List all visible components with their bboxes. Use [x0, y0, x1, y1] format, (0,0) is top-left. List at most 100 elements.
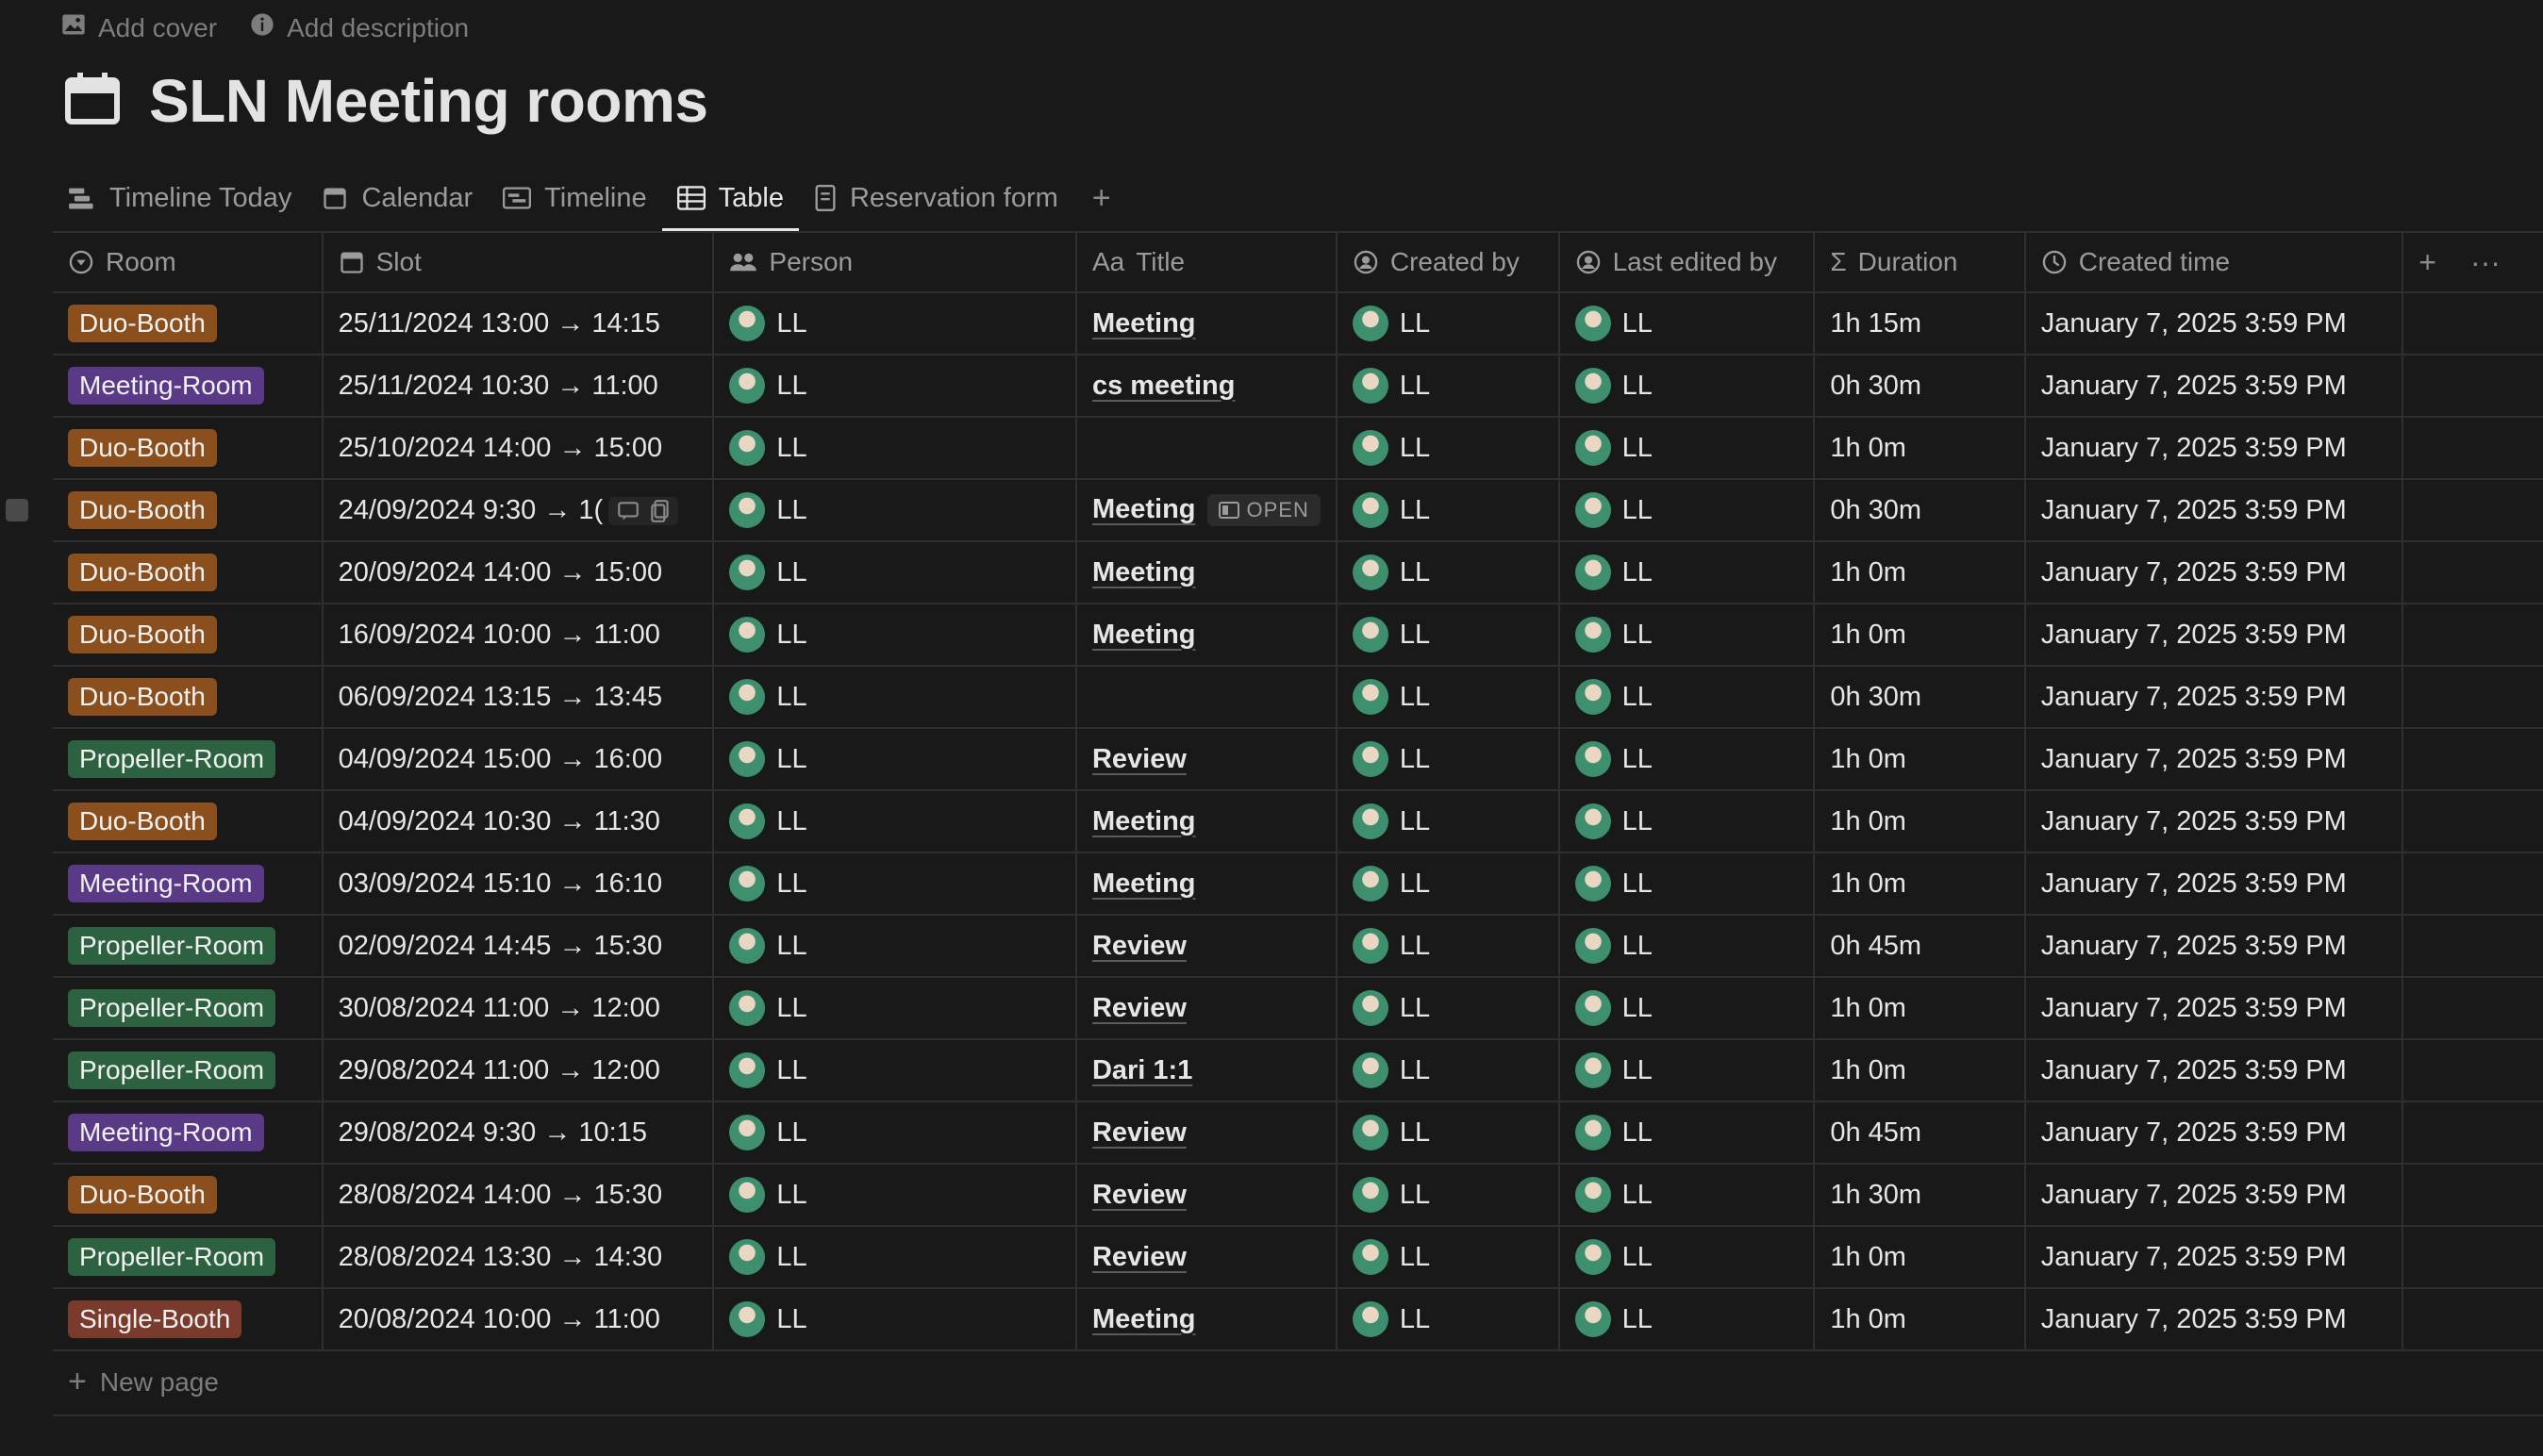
cell-title[interactable]: Meeting: [1075, 541, 1338, 604]
cell-person[interactable]: LL: [713, 666, 1077, 729]
room-tag[interactable]: Meeting-Room: [68, 865, 264, 902]
room-tag[interactable]: Propeller-Room: [68, 1051, 276, 1089]
room-tag[interactable]: Meeting-Room: [68, 1114, 264, 1151]
cell-person[interactable]: LL: [713, 790, 1077, 853]
cell-room[interactable]: Propeller-Room: [53, 977, 324, 1040]
table-row[interactable]: Propeller-Room 30/08/2024 11:00 → 12:00 LL…: [53, 977, 2543, 1040]
calendar-page-icon[interactable]: [64, 72, 121, 130]
room-tag[interactable]: Duo-Booth: [68, 616, 217, 654]
cell-person[interactable]: LL: [713, 1039, 1077, 1102]
cell-title[interactable]: cs meeting: [1075, 355, 1338, 418]
title-link[interactable]: Meeting: [1092, 620, 1196, 650]
cell-slot[interactable]: 03/09/2024 15:10 → 16:10: [322, 852, 715, 916]
new-page-button[interactable]: + New page: [68, 1364, 219, 1400]
cell-slot[interactable]: 24/09/2024 9:30 → 1(: [322, 479, 715, 542]
tab-reservation-form[interactable]: Reservation form: [799, 164, 1073, 232]
table-row[interactable]: Propeller-Room 29/08/2024 11:00 → 12:00 LL…: [53, 1039, 2543, 1102]
table-row[interactable]: Duo-Booth 24/09/2024 9:30 → 1(LL Meeting OP…: [53, 479, 2543, 542]
title-link[interactable]: cs meeting: [1092, 371, 1236, 401]
add-property-icon[interactable]: +: [2418, 245, 2436, 280]
cell-room[interactable]: Propeller-Room: [53, 1039, 324, 1102]
column-header-person[interactable]: Person: [713, 233, 1077, 293]
cell-title[interactable]: Review: [1075, 1101, 1338, 1165]
cell-slot[interactable]: 04/09/2024 10:30 → 11:30: [322, 790, 715, 853]
cell-title[interactable]: Review: [1075, 1226, 1338, 1289]
tab-timeline-today[interactable]: Timeline Today: [53, 164, 307, 232]
cell-person[interactable]: LL: [713, 479, 1077, 542]
cell-slot[interactable]: 30/08/2024 11:00 → 12:00: [322, 977, 715, 1040]
cell-slot[interactable]: 29/08/2024 11:00 → 12:00: [322, 1039, 715, 1102]
cell-slot[interactable]: 25/10/2024 14:00 → 15:00: [322, 417, 715, 480]
cell-room[interactable]: Propeller-Room: [53, 1226, 324, 1289]
table-row[interactable]: Duo-Booth 04/09/2024 10:30 → 11:30 LL Meeti…: [53, 790, 2543, 853]
cell-slot[interactable]: 28/08/2024 14:00 → 15:30: [322, 1164, 715, 1227]
cell-room[interactable]: Duo-Booth: [53, 541, 324, 604]
table-row[interactable]: Meeting-Room 03/09/2024 15:10 → 16:10 LL Me…: [53, 852, 2543, 916]
cell-room[interactable]: Duo-Booth: [53, 790, 324, 853]
cell-room[interactable]: Meeting-Room: [53, 852, 324, 916]
column-header-title[interactable]: Aa Title: [1075, 233, 1338, 293]
cell-room[interactable]: Propeller-Room: [53, 915, 324, 978]
cell-title[interactable]: Review: [1075, 977, 1338, 1040]
cell-room[interactable]: Meeting-Room: [53, 1101, 324, 1165]
table-row[interactable]: Meeting-Room 29/08/2024 9:30 → 10:15 LL Rev…: [53, 1101, 2543, 1165]
cell-title[interactable]: Meeting: [1075, 604, 1338, 667]
cell-slot[interactable]: 04/09/2024 15:00 → 16:00: [322, 728, 715, 791]
room-tag[interactable]: Propeller-Room: [68, 989, 276, 1027]
cell-person[interactable]: LL: [713, 1226, 1077, 1289]
room-tag[interactable]: Propeller-Room: [68, 740, 276, 778]
column-header-room[interactable]: Room: [53, 233, 324, 293]
cell-person[interactable]: LL: [713, 355, 1077, 418]
add-description-button[interactable]: Add description: [249, 11, 469, 44]
page-title[interactable]: SLN Meeting rooms: [149, 66, 708, 136]
cell-room[interactable]: Duo-Booth: [53, 479, 324, 542]
cell-person[interactable]: LL: [713, 728, 1077, 791]
cell-title[interactable]: Meeting: [1075, 852, 1338, 916]
room-tag[interactable]: Duo-Booth: [68, 305, 217, 342]
cell-person[interactable]: LL: [713, 604, 1077, 667]
cell-person[interactable]: LL: [713, 292, 1077, 356]
table-row[interactable]: Propeller-Room 28/08/2024 13:30 → 14:30 LL…: [53, 1226, 2543, 1289]
room-tag[interactable]: Duo-Booth: [68, 429, 217, 467]
more-options-icon[interactable]: ···: [2470, 245, 2501, 280]
column-header-last-edited-by[interactable]: Last edited by: [1558, 233, 1816, 293]
table-row[interactable]: Duo-Booth 25/11/2024 13:00 → 14:15 LL Meeti…: [53, 292, 2543, 356]
add-cover-button[interactable]: Add cover: [60, 11, 217, 44]
room-tag[interactable]: Duo-Booth: [68, 802, 217, 840]
room-tag[interactable]: Duo-Booth: [68, 678, 217, 716]
table-row[interactable]: Duo-Booth 25/10/2024 14:00 → 15:00 LL LL LL 1…: [53, 417, 2543, 480]
title-link[interactable]: Meeting: [1092, 557, 1196, 587]
cell-room[interactable]: Meeting-Room: [53, 355, 324, 418]
title-link[interactable]: Review: [1092, 744, 1187, 774]
table-row[interactable]: Single-Booth 20/08/2024 10:00 → 11:00 LL Me…: [53, 1288, 2543, 1351]
table-row[interactable]: Duo-Booth 16/09/2024 10:00 → 11:00 LL Meeti…: [53, 604, 2543, 667]
table-row[interactable]: Meeting-Room 25/11/2024 10:30 → 11:00 LL cs…: [53, 355, 2543, 418]
row-select-handle[interactable]: [6, 499, 28, 521]
title-link[interactable]: Review: [1092, 1242, 1187, 1272]
column-header-slot[interactable]: Slot: [322, 233, 715, 293]
cell-title[interactable]: Dari 1:1: [1075, 1039, 1338, 1102]
tab-table[interactable]: Table: [661, 164, 800, 232]
title-link[interactable]: Meeting: [1092, 494, 1196, 524]
room-tag[interactable]: Meeting-Room: [68, 367, 264, 405]
cell-slot[interactable]: 28/08/2024 13:30 → 14:30: [322, 1226, 715, 1289]
cell-room[interactable]: Single-Booth: [53, 1288, 324, 1351]
cell-title[interactable]: Meeting: [1075, 292, 1338, 356]
cell-person[interactable]: LL: [713, 852, 1077, 916]
cell-title[interactable]: Meeting OPEN: [1075, 479, 1338, 542]
cell-room[interactable]: Duo-Booth: [53, 666, 324, 729]
cell-person[interactable]: LL: [713, 1101, 1077, 1165]
cell-slot[interactable]: 16/09/2024 10:00 → 11:00: [322, 604, 715, 667]
cell-slot[interactable]: 02/09/2024 14:45 → 15:30: [322, 915, 715, 978]
title-link[interactable]: Review: [1092, 993, 1187, 1023]
title-link[interactable]: Review: [1092, 1180, 1187, 1210]
cell-title[interactable]: Review: [1075, 728, 1338, 791]
cell-room[interactable]: Duo-Booth: [53, 604, 324, 667]
table-row[interactable]: Propeller-Room 04/09/2024 15:00 → 16:00 LL…: [53, 728, 2543, 791]
cell-slot[interactable]: 29/08/2024 9:30 → 10:15: [322, 1101, 715, 1165]
cell-slot[interactable]: 25/11/2024 10:30 → 11:00: [322, 355, 715, 418]
title-link[interactable]: Meeting: [1092, 869, 1196, 899]
cell-title[interactable]: [1075, 666, 1338, 729]
cell-title[interactable]: Meeting: [1075, 790, 1338, 853]
cell-slot[interactable]: 25/11/2024 13:00 → 14:15: [322, 292, 715, 356]
